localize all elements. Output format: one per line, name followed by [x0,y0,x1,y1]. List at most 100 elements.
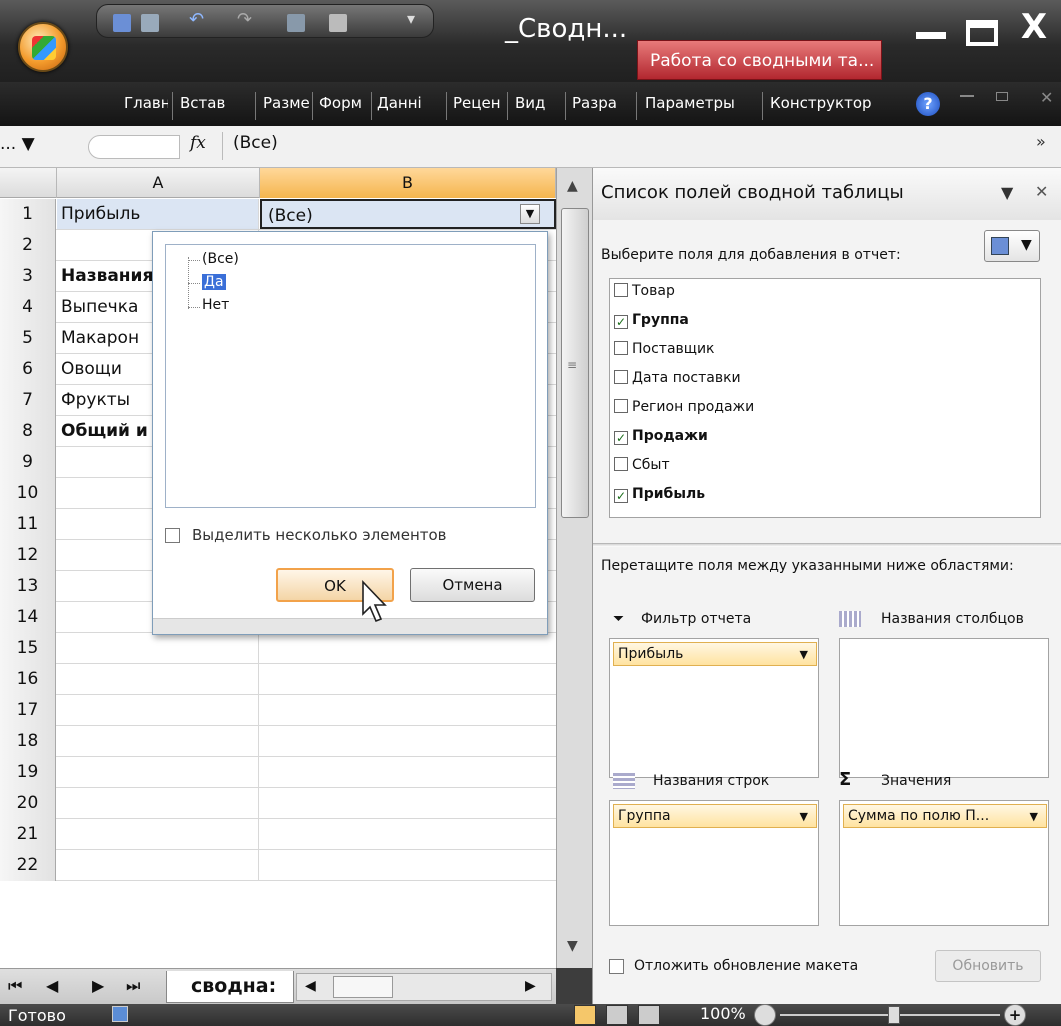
report-filter-area[interactable]: Прибыль ▼ [609,638,819,778]
filter-dropdown-button[interactable]: ▼ [520,204,540,224]
row-header[interactable]: 8 [0,416,56,447]
row-header[interactable]: 5 [0,323,56,354]
page-layout-view-icon[interactable] [606,1005,628,1025]
cell-a[interactable] [57,664,259,694]
field-list[interactable]: Товар ✓ Группа Поставщик Дата поставки Регион… [609,278,1041,518]
cell-a[interactable] [57,850,259,880]
row-header[interactable]: 20 [0,788,56,819]
row-header[interactable]: 14 [0,602,56,633]
cell-b[interactable] [260,633,556,663]
checkbox-icon[interactable] [614,370,628,384]
cell-a[interactable] [57,788,259,818]
scroll-left-icon[interactable]: ◀ [305,978,316,994]
table-icon[interactable] [141,14,159,32]
checked-checkbox-icon[interactable]: ✓ [614,489,628,503]
filter-items-tree[interactable]: (Все) Да Нет [165,244,536,508]
pane-close-icon[interactable]: ✕ [1035,182,1048,201]
cell-a[interactable] [57,695,259,725]
row-header[interactable]: 10 [0,478,56,509]
save-icon[interactable] [113,14,131,32]
row-header[interactable]: 6 [0,354,56,385]
zoom-out-icon[interactable] [754,1004,776,1026]
pane-divider[interactable] [593,543,1061,547]
scroll-down-icon[interactable]: ▼ [567,938,578,954]
sheet-tab[interactable]: сводна: [166,971,294,1003]
cell-b[interactable] [260,757,556,787]
ribbon-close-icon[interactable]: ✕ [1040,88,1053,107]
cell-b[interactable] [260,695,556,725]
multi-select-checkbox[interactable] [165,528,180,543]
cell-a[interactable] [57,633,259,663]
row-header[interactable]: 11 [0,509,56,540]
scroll-up-icon[interactable]: ▲ [567,178,578,194]
tab-design[interactable]: Конструктор [770,94,872,118]
defer-update-option[interactable]: Отложить обновление макета [609,958,858,974]
ribbon-minimize-icon[interactable] [960,95,974,97]
zoom-in-icon[interactable]: + [1004,1004,1026,1026]
chip-dropdown-icon[interactable]: ▼ [800,810,808,823]
first-sheet-icon[interactable]: ⏮ [8,976,22,996]
cell-b[interactable] [260,726,556,756]
tab-developer[interactable]: Разра [572,94,628,118]
insert-function-icon[interactable]: fx [190,133,206,153]
filter-field-chip[interactable]: Прибыль ▼ [613,642,817,666]
redo-icon[interactable]: ↷ [237,9,255,30]
zoom-level[interactable]: 100% [700,1004,746,1023]
row-header[interactable]: 18 [0,726,56,757]
defer-update-checkbox[interactable] [609,958,624,974]
close-button[interactable]: X [1012,10,1056,44]
row-header[interactable]: 7 [0,385,56,416]
cell-b[interactable] [260,664,556,694]
row-header[interactable]: 12 [0,540,56,571]
row-header[interactable]: 17 [0,695,56,726]
checkbox-icon[interactable] [614,283,628,297]
field-item[interactable]: Товар [614,283,675,299]
customize-qat-icon[interactable]: ▾ [407,9,425,28]
filter-item-yes[interactable]: Да [202,274,226,290]
row-header[interactable]: 4 [0,292,56,323]
field-item[interactable]: ✓ Группа [614,312,689,329]
tab-insert[interactable]: Встав [180,94,226,118]
expand-formula-icon[interactable]: » [1036,132,1046,151]
minimize-button[interactable] [908,10,952,44]
field-item[interactable]: ✓ Прибыль [614,486,705,503]
checkbox-icon[interactable] [614,399,628,413]
pane-menu-icon[interactable]: ▼ [1001,183,1013,202]
column-header-b[interactable]: B [260,168,556,198]
select-all-corner[interactable] [0,168,57,198]
values-area[interactable]: Сумма по полю П... ▼ [839,800,1049,926]
scroll-right-icon[interactable]: ▶ [525,978,536,994]
macro-record-icon[interactable] [112,1006,128,1022]
row-header[interactable]: 22 [0,850,56,881]
cancel-button[interactable]: Отмена [410,568,535,602]
office-button[interactable] [18,22,68,72]
tab-review[interactable]: Рецен [453,94,503,118]
cell-b[interactable]: (Все) [260,199,556,229]
filter-item-no[interactable]: Нет [202,297,229,313]
name-box[interactable]: ... ▼ [0,134,35,154]
multi-select-option[interactable]: Выделить несколько элементов [165,526,447,544]
checked-checkbox-icon[interactable]: ✓ [614,431,628,445]
row-header[interactable]: 21 [0,819,56,850]
column-header-a[interactable]: A [57,168,260,198]
tab-data[interactable]: Данні [377,94,425,118]
tab-formulas[interactable]: Форм [319,94,367,118]
cell-a[interactable] [57,757,259,787]
cell-b[interactable] [260,819,556,849]
cell-b[interactable] [260,788,556,818]
row-header[interactable]: 9 [0,447,56,478]
row-header[interactable]: 19 [0,757,56,788]
row-header[interactable]: 16 [0,664,56,695]
normal-view-icon[interactable] [574,1005,596,1025]
last-sheet-icon[interactable]: ⏭ [126,976,140,996]
next-sheet-icon[interactable]: ▶ [92,976,104,995]
maximize-button[interactable] [960,10,1004,46]
cell-a[interactable]: Прибыль [57,199,259,229]
tab-page-layout[interactable]: Разме [263,94,309,118]
vertical-scrollbar[interactable]: ▲ ≡ ▼ [556,168,592,968]
field-item[interactable]: Сбыт [614,457,670,473]
update-button[interactable]: Обновить [935,950,1041,982]
checkbox-icon[interactable] [614,457,628,471]
chip-dropdown-icon[interactable]: ▼ [800,648,808,661]
checked-checkbox-icon[interactable]: ✓ [614,315,628,329]
